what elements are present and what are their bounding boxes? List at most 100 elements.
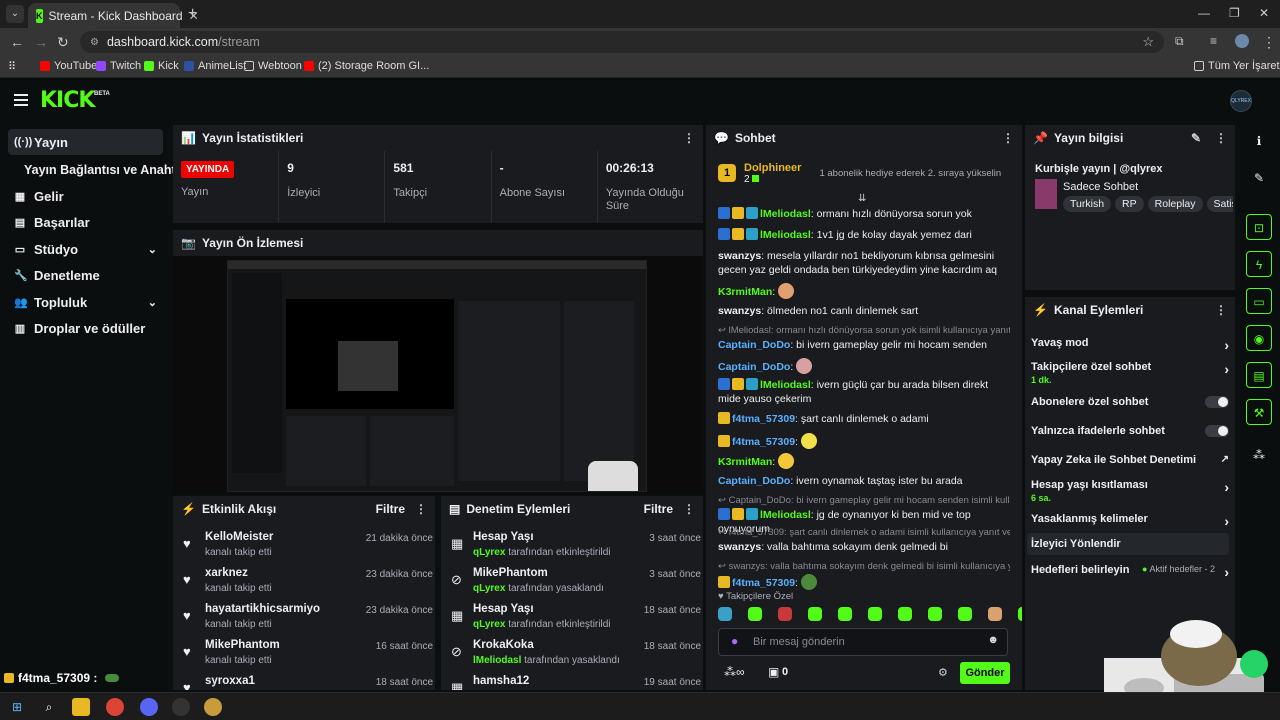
chat-username[interactable]: swanzys: [718, 305, 761, 317]
kebab-menu-icon[interactable]: ⋮: [683, 502, 695, 516]
sidebar-item-studyo[interactable]: ▭ Stüdyo ⌄: [8, 236, 163, 262]
user-avatar[interactable]: QLYREX: [1230, 90, 1252, 112]
windows-start-icon[interactable]: ⊞: [8, 698, 26, 716]
quick-emote-icon[interactable]: [958, 607, 972, 621]
activity-user[interactable]: KelloMeister: [205, 531, 273, 543]
quick-emote-icon[interactable]: [748, 607, 762, 621]
search-icon[interactable]: ⌕: [40, 698, 58, 716]
quick-emote-icon[interactable]: [838, 607, 852, 621]
chat-username[interactable]: swanzys: [718, 541, 761, 553]
quick-emote-icon[interactable]: [778, 607, 792, 621]
chat-username[interactable]: swanzys: [718, 250, 761, 262]
subscribers-only-toggle[interactable]: [1205, 396, 1229, 408]
activity-user[interactable]: hayatartikhicsarmiyo: [205, 603, 320, 615]
preview-video[interactable]: [173, 256, 703, 494]
activity-user[interactable]: xarknez: [205, 567, 248, 579]
emote-only-toggle[interactable]: [1205, 425, 1229, 437]
moderation-target[interactable]: Hesap Yaşı: [473, 603, 534, 615]
activity-user[interactable]: syroxxa1: [205, 675, 255, 687]
clip-icon[interactable]: ⊡: [1246, 214, 1272, 240]
moderator-name[interactable]: lMeliodasl: [473, 655, 521, 666]
tag[interactable]: Turkish: [1063, 196, 1112, 212]
bookmark-youtube[interactable]: YouTube: [40, 60, 97, 72]
reply-context[interactable]: ↩ f4tma_57309: şart canlı dinlemek o ada…: [718, 526, 1010, 540]
wrench-icon[interactable]: ⚒: [1246, 399, 1272, 425]
action-host-viewers[interactable]: İzleyici Yönlendir: [1027, 533, 1229, 555]
bookmark-kick[interactable]: Kick: [144, 60, 179, 72]
league-icon[interactable]: [204, 698, 222, 716]
reply-context[interactable]: ↩ Captain_DoDo: bi ivern gameplay gelir …: [718, 494, 1010, 508]
chat-icon[interactable]: ▭: [1246, 288, 1272, 314]
chat-username[interactable]: Captain_DoDo: [718, 339, 790, 351]
sidebar-item-basarilar[interactable]: ▤ Başarılar: [8, 209, 163, 235]
chat-username[interactable]: K3rmitMan: [718, 456, 772, 468]
chat-username[interactable]: f4tma_57309: [732, 577, 795, 589]
chevron-down-icon[interactable]: ⌄: [148, 296, 157, 309]
quick-emote-icon[interactable]: [988, 607, 1002, 621]
chat-username[interactable]: Captain_DoDo: [718, 361, 790, 373]
moderation-target[interactable]: hamsha12: [473, 675, 529, 687]
extensions-icon[interactable]: ⧉: [1175, 34, 1184, 49]
apps-icon[interactable]: ⠿: [8, 60, 16, 73]
chat-username[interactable]: lMeliodasl: [760, 509, 811, 521]
lightning-icon[interactable]: ϟ: [1246, 251, 1272, 277]
community-icon[interactable]: ⁂∞: [724, 665, 745, 679]
chevron-down-icon[interactable]: ⌄: [148, 243, 157, 256]
chat-username[interactable]: lMeliodasl: [760, 229, 811, 241]
tag[interactable]: Satisf: [1206, 196, 1233, 212]
moderation-target[interactable]: MikePhantom: [473, 567, 548, 579]
quick-emote-icon[interactable]: [868, 607, 882, 621]
restore-icon[interactable]: ❐: [1229, 6, 1240, 20]
broadcast-icon[interactable]: ◉: [1246, 325, 1272, 351]
bookmark-star-icon[interactable]: ☆: [1142, 34, 1154, 50]
sidebar-item-droplar[interactable]: ▥ Droplar ve ödüller: [8, 315, 163, 341]
category-thumbnail[interactable]: [1035, 179, 1057, 209]
quick-emote-icon[interactable]: [928, 607, 942, 621]
kebab-menu-icon[interactable]: ⋮: [1215, 303, 1227, 317]
tab-search-icon[interactable]: ⌄: [6, 5, 24, 23]
sidebar-item-topluluk[interactable]: 👥 Topluluk ⌄: [8, 289, 163, 315]
browser-tab[interactable]: K Stream - Kick Dashboard ✕: [28, 3, 199, 28]
sidebar-item-gelir[interactable]: ▦ Gelir: [8, 183, 163, 209]
filter-button[interactable]: Filtre: [644, 502, 673, 516]
edit-icon[interactable]: ✎: [1191, 131, 1201, 145]
moderation-target[interactable]: KrokaKoka: [473, 639, 534, 651]
moderator-name[interactable]: qLyrex: [473, 583, 505, 594]
info-icon[interactable]: ℹ: [1246, 128, 1272, 154]
kebab-menu-icon[interactable]: ⋮: [683, 131, 695, 145]
chat-username[interactable]: lMeliodasl: [760, 379, 811, 391]
bookmark-storage-room[interactable]: (2) Storage Room GI...: [304, 60, 429, 72]
bookmark-animelist[interactable]: AnimeList: [184, 60, 246, 72]
send-button[interactable]: Gönder: [960, 662, 1010, 684]
discord-icon[interactable]: [140, 698, 158, 716]
kebab-menu-icon[interactable]: ⋮: [1002, 131, 1014, 145]
quick-emote-icon[interactable]: [1018, 607, 1022, 621]
chat-username[interactable]: lMeliodasl: [760, 208, 811, 220]
moderator-name[interactable]: qLyrex: [473, 619, 505, 630]
all-bookmarks[interactable]: Tüm Yer İşaretleri: [1194, 60, 1280, 72]
browser-menu-icon[interactable]: ⋮: [1262, 34, 1276, 51]
chat-input[interactable]: ● Bir mesaj gönderin ☻: [718, 628, 1008, 656]
points-gift-icon[interactable]: ▣: [768, 665, 779, 679]
action-banned-words[interactable]: Yasaklanmış kelimeler ›: [1031, 513, 1229, 529]
filter-button[interactable]: Filtre: [376, 502, 405, 516]
reload-icon[interactable]: ↻: [57, 34, 69, 51]
action-set-goals[interactable]: Hedefleri belirleyin ● Aktif hedefler - 2…: [1031, 564, 1229, 580]
reply-context[interactable]: ↩ swanzys: valla bahtıma sokayım denk ge…: [718, 560, 1010, 574]
layout-icon[interactable]: ▤: [1246, 362, 1272, 388]
chat-username[interactable]: f4tma_57309: [732, 413, 795, 425]
reply-context[interactable]: ↩ lMeliodasl: ormanı hızlı dönüyorsa sor…: [718, 324, 1010, 338]
chat-username[interactable]: K3rmitMan: [718, 286, 772, 298]
forward-icon[interactable]: →: [34, 34, 48, 50]
emoji-picker-icon[interactable]: ☻: [987, 634, 999, 646]
moderator-name[interactable]: qLyrex: [473, 547, 505, 558]
tag[interactable]: Roleplay: [1147, 196, 1203, 212]
chat-settings-icon[interactable]: ⚙: [938, 666, 948, 679]
bookmark-webtoon[interactable]: Webtoon: [244, 60, 302, 72]
quick-emote-icon[interactable]: [898, 607, 912, 621]
file-explorer-icon[interactable]: [72, 698, 90, 716]
sidebar-item-stream-key[interactable]: Yayın Bağlantısı ve Anahtarı: [24, 163, 191, 177]
activity-user[interactable]: MikePhantom: [205, 639, 280, 651]
edit-icon[interactable]: ✎: [1246, 165, 1272, 191]
obs-icon[interactable]: [172, 698, 190, 716]
